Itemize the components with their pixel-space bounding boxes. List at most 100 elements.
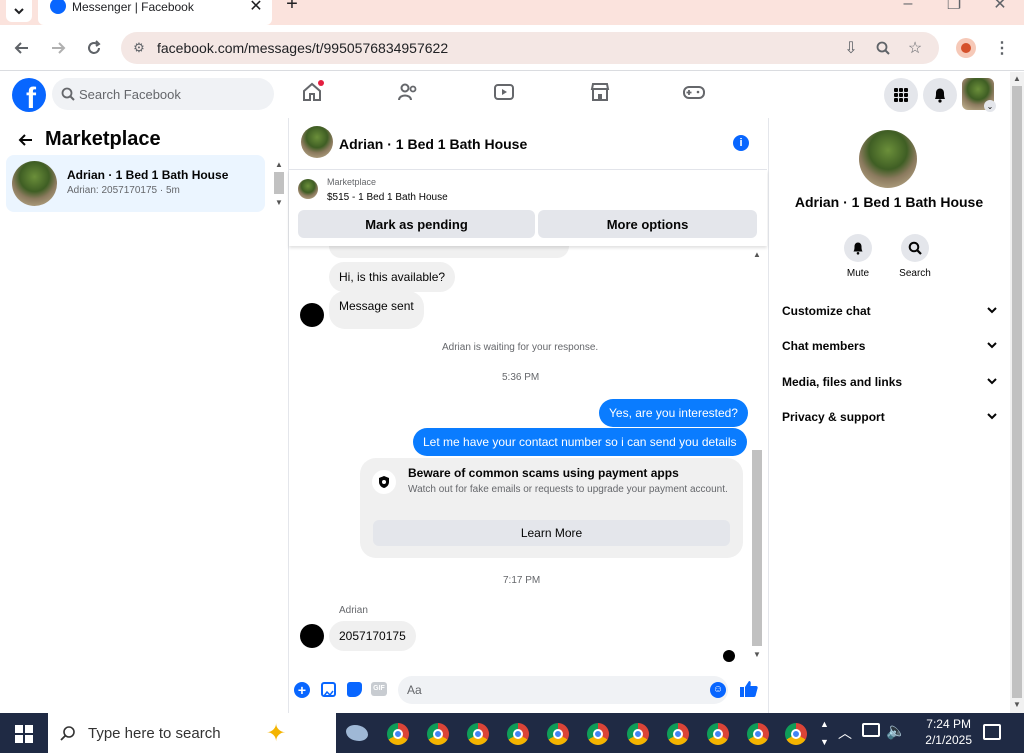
conversation-list-panel: Marketplace Adrian · 1 Bed 1 Bath House … (0, 118, 289, 713)
conversation-name: Adrian · 1 Bed 1 Bath House (67, 168, 229, 182)
profile-avatar-icon[interactable] (956, 38, 976, 58)
mark-as-pending-button[interactable]: Mark as pending (298, 210, 535, 238)
outgoing-message[interactable]: Yes, are you interested? (599, 399, 748, 427)
customize-chat-row[interactable]: Customize chat (782, 304, 997, 318)
close-tab-icon[interactable]: ✕ (246, 0, 266, 16)
tab-title: Messenger | Facebook (72, 0, 194, 14)
photo-icon[interactable] (321, 682, 336, 697)
more-options-button[interactable]: More options (538, 210, 757, 238)
restore-icon[interactable]: ❐ (944, 0, 964, 14)
chrome-taskbar-icon[interactable] (427, 723, 449, 745)
info-icon[interactable]: i (733, 135, 749, 151)
browser-menu-icon[interactable]: ⋮ (992, 38, 1012, 58)
chrome-taskbar-icon[interactable] (785, 723, 807, 745)
facebook-search-input[interactable]: Search Facebook (52, 78, 274, 110)
page-scrollbar[interactable]: ▲ ▼ (1010, 72, 1024, 713)
bookmark-star-icon[interactable]: ☆ (905, 38, 925, 58)
sparkle-icon: ✦ (266, 720, 287, 747)
chrome-taskbar-icon[interactable] (747, 723, 769, 745)
chrome-taskbar-icon[interactable] (387, 723, 409, 745)
chrome-taskbar-icon[interactable] (467, 723, 489, 745)
listing-thumbnail (298, 179, 318, 199)
message-input[interactable]: Aa ☺ (398, 676, 728, 704)
waiting-notice: Adrian is waiting for your response. (442, 342, 599, 353)
emoji-icon[interactable]: ☺ (710, 682, 726, 698)
tab-list-button[interactable] (6, 0, 32, 22)
incoming-message[interactable]: Hi, is this available? (329, 262, 456, 292)
listing-title[interactable]: $515 - 1 Bed 1 Bath House (327, 192, 448, 203)
chrome-taskbar-icon[interactable] (627, 723, 649, 745)
notifications-bell-icon[interactable] (923, 78, 957, 112)
chrome-taskbar-icon[interactable] (547, 723, 569, 745)
row-label: Customize chat (782, 304, 871, 318)
message-composer: + GIF Aa ☺ (289, 672, 767, 708)
chrome-taskbar-icon[interactable] (667, 723, 689, 745)
sticker-icon[interactable] (347, 682, 362, 697)
back-arrow-icon[interactable] (14, 130, 38, 150)
chevron-down-icon: ⌄ (984, 100, 996, 112)
windows-start-icon[interactable] (15, 725, 33, 743)
previous-bubble-edge (329, 246, 569, 258)
privacy-support-row[interactable]: Privacy & support (782, 410, 997, 424)
conversation-item[interactable]: Adrian · 1 Bed 1 Bath House Adrian: 2057… (6, 155, 265, 212)
taskbar-search-input[interactable]: Type here to search ✦ (48, 713, 336, 753)
row-label: Media, files and links (782, 375, 903, 389)
address-bar[interactable]: ⚙ facebook.com/messages/t/99505768349576… (121, 32, 939, 64)
zoom-icon[interactable] (873, 38, 893, 58)
forward-icon[interactable] (48, 38, 68, 58)
new-tab-icon[interactable]: + (282, 0, 302, 15)
chrome-taskbar-icon[interactable] (507, 723, 529, 745)
timestamp: 7:17 PM (503, 575, 541, 586)
list-scrollbar[interactable]: ▲ ▼ (272, 160, 286, 210)
chevron-down-icon (987, 339, 997, 353)
search-in-chat-button[interactable]: Search (890, 234, 940, 279)
facebook-header: f Search Facebook ⌄ (0, 72, 1010, 118)
marketplace-icon[interactable] (588, 80, 616, 108)
shield-icon (372, 470, 396, 494)
network-icon[interactable] (862, 723, 880, 737)
install-app-icon[interactable]: ⇩ (841, 38, 861, 58)
volume-icon[interactable]: 🔈 (886, 721, 906, 741)
browser-tab-messenger[interactable]: Messenger | Facebook ✕ (38, 0, 272, 25)
home-icon[interactable] (300, 80, 328, 108)
app-icon[interactable] (346, 725, 368, 741)
profile-avatar[interactable] (859, 130, 917, 188)
back-icon[interactable] (12, 38, 32, 58)
taskbar-scroll-arrows[interactable]: ▲ ▼ (820, 715, 829, 751)
taskbar-search-placeholder: Type here to search (88, 725, 221, 742)
url-text[interactable]: facebook.com/messages/t/9950576834957622 (157, 40, 448, 56)
thread-scrollbar[interactable]: ▲ ▼ (750, 246, 764, 664)
show-hidden-icons-icon[interactable]: ︿ (838, 723, 852, 743)
outgoing-message[interactable]: Let me have your contact number so i can… (413, 428, 747, 456)
reload-icon[interactable] (84, 38, 104, 58)
chat-title[interactable]: Adrian · 1 Bed 1 Bath House (339, 136, 527, 152)
video-icon[interactable] (492, 80, 520, 108)
site-info-icon[interactable]: ⚙ (129, 38, 149, 58)
timestamp: 5:36 PM (502, 372, 540, 383)
learn-more-button[interactable]: Learn More (373, 520, 730, 546)
like-thumb-icon[interactable] (739, 679, 759, 699)
friends-icon[interactable] (396, 80, 424, 108)
mute-label: Mute (846, 268, 870, 279)
browser-tab-bar: Messenger | Facebook ✕ + – ❐ ✕ (0, 0, 1024, 25)
minimize-icon[interactable]: – (898, 0, 918, 14)
marketplace-listing-bar: Marketplace $515 - 1 Bed 1 Bath House Ma… (289, 170, 767, 246)
gif-icon[interactable]: GIF (371, 682, 387, 696)
read-receipt-avatar (723, 650, 735, 662)
close-window-icon[interactable]: ✕ (990, 0, 1010, 14)
chrome-taskbar-icon[interactable] (707, 723, 729, 745)
mute-button[interactable]: Mute (833, 234, 883, 279)
add-attachment-icon[interactable]: + (294, 682, 310, 698)
chat-members-row[interactable]: Chat members (782, 339, 997, 353)
menu-grid-icon[interactable] (884, 78, 918, 112)
incoming-message[interactable]: 2057170175 (329, 621, 416, 651)
media-files-links-row[interactable]: Media, files and links (782, 375, 997, 389)
notification-center-icon[interactable] (983, 724, 1001, 740)
chrome-taskbar-icon[interactable] (587, 723, 609, 745)
facebook-logo[interactable]: f (12, 78, 46, 112)
account-avatar[interactable]: ⌄ (962, 78, 996, 112)
gaming-icon[interactable] (682, 80, 710, 108)
taskbar-clock[interactable]: 7:24 PM 2/1/2025 (925, 716, 972, 748)
chat-avatar[interactable] (301, 126, 333, 158)
incoming-message[interactable]: Message sent (329, 291, 424, 329)
